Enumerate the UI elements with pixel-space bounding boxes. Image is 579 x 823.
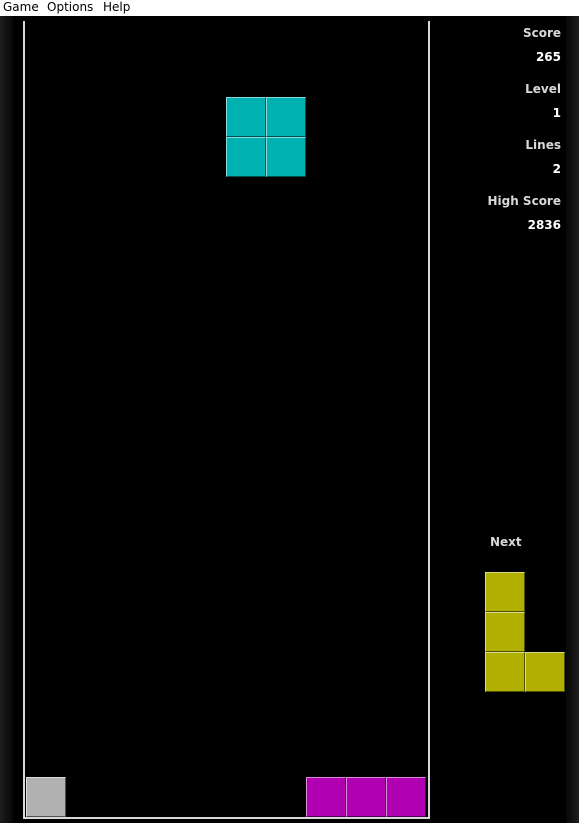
current-piece-block bbox=[266, 137, 306, 177]
lines-label: Lines bbox=[525, 138, 561, 152]
left-edge-shade bbox=[0, 16, 13, 823]
settled-block bbox=[386, 777, 426, 817]
next-piece-block bbox=[485, 612, 525, 652]
next-piece-block bbox=[525, 652, 565, 692]
menu-options[interactable]: Options bbox=[47, 0, 93, 14]
high-score-label: High Score bbox=[487, 194, 561, 208]
score-label: Score bbox=[522, 26, 561, 40]
next-piece-block bbox=[485, 572, 525, 612]
menu-game[interactable]: Game bbox=[3, 0, 39, 14]
settled-block bbox=[26, 777, 66, 817]
settled-block bbox=[346, 777, 386, 817]
lines-value: 2 bbox=[552, 162, 561, 176]
next-piece-block bbox=[485, 652, 525, 692]
settled-block bbox=[306, 777, 346, 817]
menu-bar: Game Options Help bbox=[0, 0, 579, 16]
level-value: 1 bbox=[552, 106, 561, 120]
high-score-value: 2836 bbox=[527, 218, 561, 232]
right-edge-shade bbox=[566, 16, 579, 823]
level-label: Level bbox=[525, 82, 561, 96]
current-piece-block bbox=[266, 97, 306, 137]
score-value: 265 bbox=[535, 50, 561, 64]
menu-help[interactable]: Help bbox=[103, 0, 130, 14]
current-piece-block bbox=[226, 97, 266, 137]
next-label: Next bbox=[490, 535, 522, 549]
current-piece-block bbox=[226, 137, 266, 177]
